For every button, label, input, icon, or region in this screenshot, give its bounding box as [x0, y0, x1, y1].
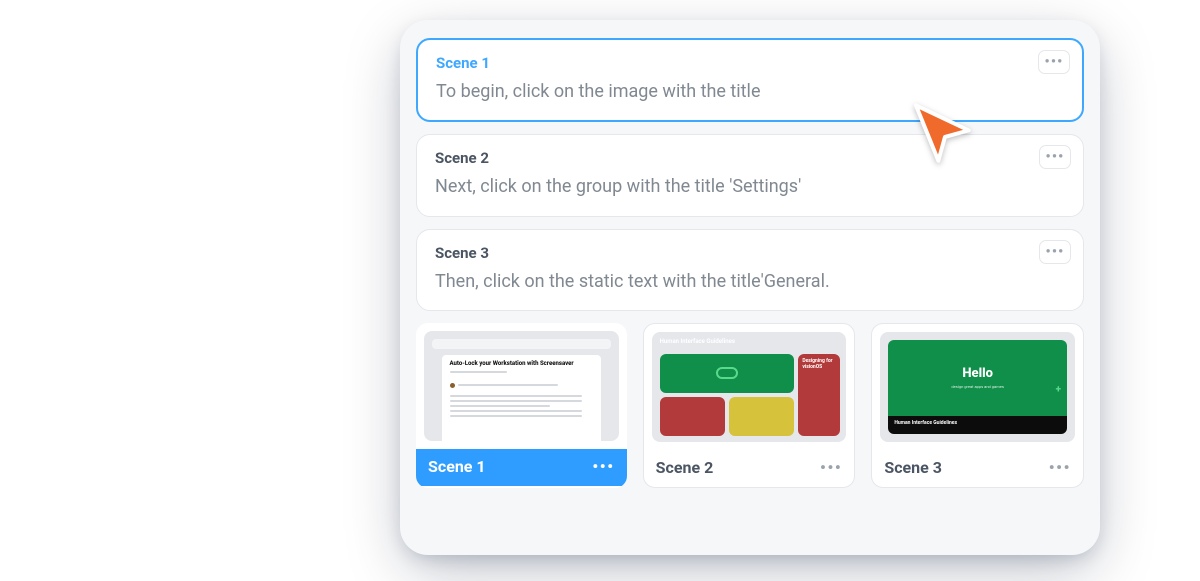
scene-card-2[interactable]: ••• Scene 2 Next, click on the group wit…	[416, 134, 1084, 216]
scene-card-3[interactable]: ••• Scene 3 Then, click on the static te…	[416, 229, 1084, 311]
thumbnail-2-label: Scene 2	[656, 458, 714, 477]
thumbnail-3-footer: Human Interface Guidelines	[888, 416, 1067, 434]
more-icon: •••	[1046, 149, 1065, 165]
scene-card-2-menu[interactable]: •••	[1039, 145, 1071, 169]
thumbnail-3[interactable]: Hello design great apps and games + Huma…	[871, 323, 1084, 488]
thumbnail-strip: Auto-Lock your Workstation with Screensa…	[416, 323, 1084, 488]
thumbnail-1-label: Scene 1	[428, 457, 486, 476]
thumbnail-2-preview: Human Interface Guidelines Designing for…	[652, 332, 847, 442]
scene-card-2-title: Scene 2	[435, 149, 1065, 167]
scene-card-1[interactable]: ••• Scene 1 To begin, click on the image…	[416, 38, 1084, 122]
scene-card-3-description: Then, click on the static text with the …	[435, 270, 1065, 294]
scene-card-3-title: Scene 3	[435, 244, 1065, 262]
thumbnail-2[interactable]: Human Interface Guidelines Designing for…	[643, 323, 856, 488]
thumbnail-1-heading: Auto-Lock your Workstation with Screensa…	[450, 361, 594, 368]
thumbnail-3-hello: Hello	[962, 366, 993, 381]
thumbnail-2-menu[interactable]: •••	[820, 458, 842, 477]
scene-card-1-description: To begin, click on the image with the ti…	[436, 80, 1064, 104]
more-icon: •••	[1046, 244, 1065, 260]
plus-icon: +	[1056, 384, 1061, 395]
thumbnail-3-menu[interactable]: •••	[1049, 458, 1071, 477]
scene-card-1-menu[interactable]: •••	[1038, 50, 1070, 74]
goggles-icon	[716, 367, 738, 379]
thumbnail-2-header: Human Interface Guidelines	[652, 332, 847, 347]
thumbnail-1-preview: Auto-Lock your Workstation with Screensa…	[424, 331, 619, 441]
more-icon: •••	[1045, 54, 1064, 70]
scene-card-2-description: Next, click on the group with the title …	[435, 175, 1065, 199]
scene-card-3-menu[interactable]: •••	[1039, 240, 1071, 264]
scene-card-1-title: Scene 1	[436, 54, 1064, 72]
thumbnail-3-preview: Hello design great apps and games + Huma…	[880, 332, 1075, 442]
thumbnail-1-menu[interactable]: •••	[592, 457, 614, 476]
thumbnail-1[interactable]: Auto-Lock your Workstation with Screensa…	[416, 323, 627, 488]
editor-panel: ••• Scene 1 To begin, click on the image…	[400, 20, 1100, 555]
thumbnail-2-side: Designing for visionOS	[798, 354, 840, 436]
thumbnail-3-label: Scene 3	[884, 458, 942, 477]
